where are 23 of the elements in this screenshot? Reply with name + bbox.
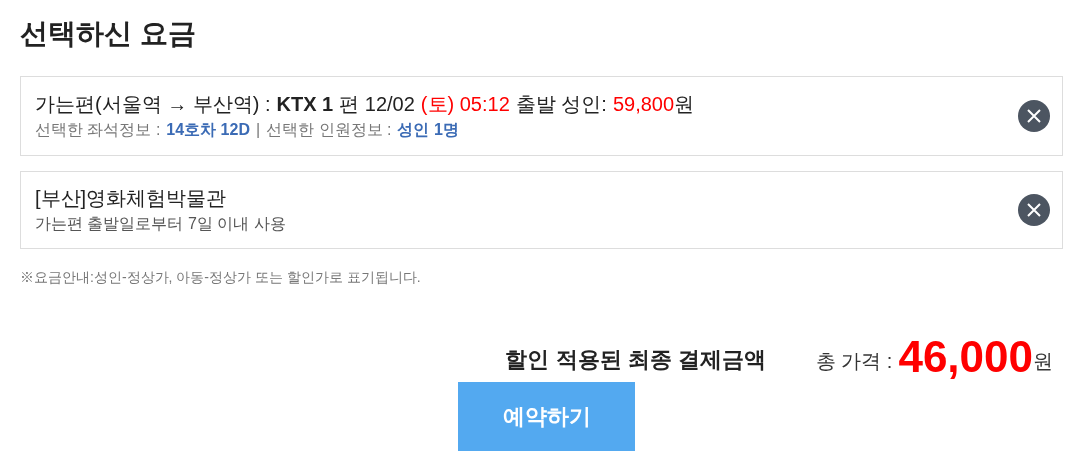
fare-text: 성인 1명	[397, 120, 459, 140]
close-icon[interactable]	[1018, 100, 1050, 132]
fare-text: 편 12/02	[339, 92, 415, 117]
fare-text: 14호차 12D	[166, 120, 250, 140]
fare-text: 선택한 인원정보 :	[266, 120, 392, 140]
close-icon[interactable]	[1018, 194, 1050, 226]
fare-text: 원	[674, 92, 695, 117]
section-title: 선택하신 요금	[20, 17, 197, 51]
fare-text: [부산]영화체험박물관	[35, 186, 227, 211]
fare-text: (토) 05:12	[420, 92, 510, 117]
notice-text: ※요금안내:성인-정상가, 아동-정상가 또는 할인가로 표기됩니다.	[20, 268, 422, 287]
total-label: 총 가격 :	[815, 349, 893, 374]
total-price: 46,000	[898, 332, 1033, 382]
fare-text: 59,800	[612, 92, 675, 117]
fare-text: 출발 성인:	[515, 92, 607, 117]
summary-heading: 할인 적용된 최종 결제금액	[505, 346, 766, 374]
fare-text: |	[255, 120, 261, 140]
fare-text: 가는편 출발일로부터 7일 이내 사용	[35, 214, 286, 234]
fare-text: 선택한 좌석정보 :	[35, 120, 161, 140]
fare-text: 가는편(서울역 → 부산역) :	[35, 92, 271, 117]
fare-text: KTX 1	[276, 92, 334, 117]
reserve-button[interactable]: 예약하기	[458, 382, 635, 451]
currency-text: 원	[1033, 349, 1053, 374]
